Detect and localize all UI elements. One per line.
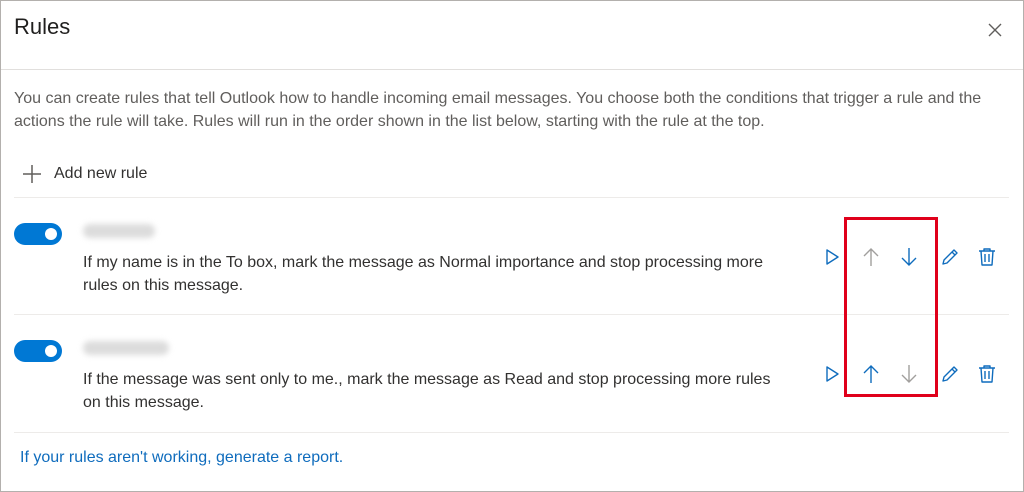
dialog-title: Rules	[14, 14, 71, 39]
rule-description: If my name is in the To box, mark the me…	[83, 254, 764, 294]
rule-description: If the message was sent only to me., mar…	[83, 371, 771, 411]
rules-description: You can create rules that tell Outlook h…	[14, 90, 982, 130]
pencil-icon	[942, 249, 958, 265]
header-divider	[1, 69, 1023, 70]
run-icon	[826, 249, 839, 265]
close-icon	[988, 23, 1002, 37]
run-rule-button[interactable]	[821, 246, 843, 268]
add-new-rule-label: Add new rule	[54, 165, 148, 182]
reorder-highlight-box	[844, 217, 938, 397]
run-icon	[826, 366, 839, 382]
delete-rule-button[interactable]	[976, 363, 998, 385]
toggle-knob	[45, 228, 57, 240]
delete-rule-button[interactable]	[976, 246, 998, 268]
rule-name-blurred	[83, 341, 169, 355]
toggle-knob	[45, 345, 57, 357]
rules-dialog: Rules You can create rules that tell Out…	[0, 0, 1024, 492]
edit-rule-button[interactable]	[939, 246, 961, 268]
rule-enabled-toggle[interactable]	[14, 340, 62, 362]
rule-name-blurred	[83, 224, 155, 238]
add-new-rule-button[interactable]: Add new rule	[21, 161, 147, 187]
edit-rule-button[interactable]	[939, 363, 961, 385]
close-button[interactable]	[985, 20, 1005, 40]
pencil-icon	[942, 366, 958, 382]
generate-report-link[interactable]: If your rules aren't working, generate a…	[20, 449, 343, 467]
rule-enabled-toggle[interactable]	[14, 223, 62, 245]
divider	[14, 197, 1009, 198]
trash-icon	[979, 365, 995, 383]
run-rule-button[interactable]	[821, 363, 843, 385]
divider	[14, 432, 1009, 433]
plus-icon	[23, 165, 41, 183]
trash-icon	[979, 248, 995, 266]
